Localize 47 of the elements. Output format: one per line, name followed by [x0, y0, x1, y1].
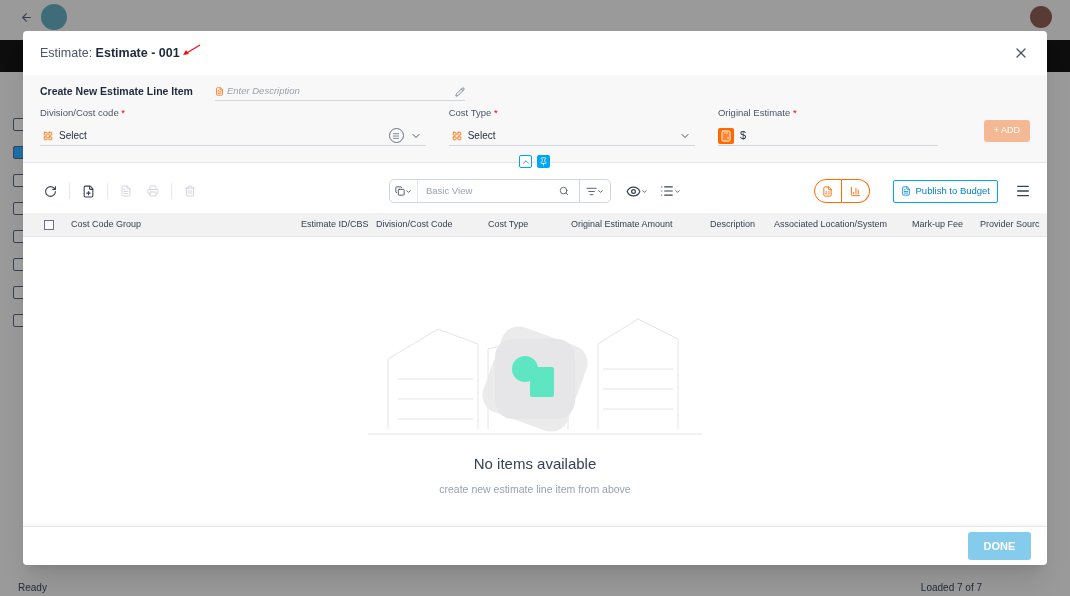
field-label: Cost Type * [448, 107, 499, 119]
bar-chart-icon [849, 185, 861, 197]
field-label: Division/Cost code * [40, 107, 126, 119]
description-field[interactable]: Enter Description [226, 84, 452, 99]
lines-icon [392, 131, 401, 140]
calculator-icon[interactable] [717, 127, 734, 144]
document-icon [214, 87, 224, 96]
publish-button[interactable]: Publish to Budget [892, 179, 998, 203]
avatar [1030, 6, 1052, 28]
column-header[interactable]: Description [710, 217, 774, 232]
pin-icon [539, 157, 548, 166]
columns-icon[interactable] [660, 184, 681, 198]
view-selector[interactable]: Basic View [389, 179, 611, 203]
sheet-icon [822, 185, 833, 197]
amount-field[interactable]: $ [717, 126, 938, 146]
arrow-icon [180, 44, 201, 56]
dialog-title: Estimate: Estimate - 001 [40, 44, 180, 62]
visibility-icon[interactable] [626, 183, 648, 199]
view-search-field[interactable]: Basic View [418, 183, 559, 199]
select-all-checkbox[interactable] [44, 219, 54, 230]
column-header[interactable]: Provider Sourc [980, 217, 1046, 232]
loaded-count: Loaded 7 of 7 [920, 580, 982, 595]
empty-title: No items available [473, 454, 597, 474]
menu-icon[interactable] [1015, 183, 1031, 199]
form-heading: Create New Estimate Line Item [40, 84, 193, 100]
select-field[interactable]: Select [448, 126, 695, 146]
field-label: Original Estimate * [717, 107, 798, 119]
grid-icon [43, 130, 53, 141]
column-header[interactable]: Cost Type [488, 217, 571, 232]
select-field[interactable]: Select [40, 126, 426, 146]
column-header[interactable]: Original Estimate Amount [571, 217, 710, 232]
status-text: Ready [18, 580, 47, 595]
refresh-icon[interactable] [44, 184, 57, 198]
empty-subtitle: create new estimate line item from above [439, 481, 631, 497]
avatar [41, 4, 67, 30]
document-icon [900, 186, 911, 196]
grid-icon [451, 130, 462, 141]
column-header[interactable]: Estimate ID/CBS [301, 217, 376, 232]
column-header[interactable]: Division/Cost Code [376, 217, 488, 232]
calculator-glyph-icon [719, 129, 732, 142]
column-header[interactable]: Associated Location/System [774, 217, 912, 232]
back-arrow-icon[interactable] [20, 10, 33, 24]
new-file-icon[interactable] [82, 184, 95, 198]
column-header[interactable]: Mark-up Fee [912, 217, 980, 232]
collapse-button[interactable] [519, 155, 532, 168]
search-icon[interactable] [559, 186, 569, 196]
column-header[interactable]: Cost Code Group [71, 217, 301, 232]
